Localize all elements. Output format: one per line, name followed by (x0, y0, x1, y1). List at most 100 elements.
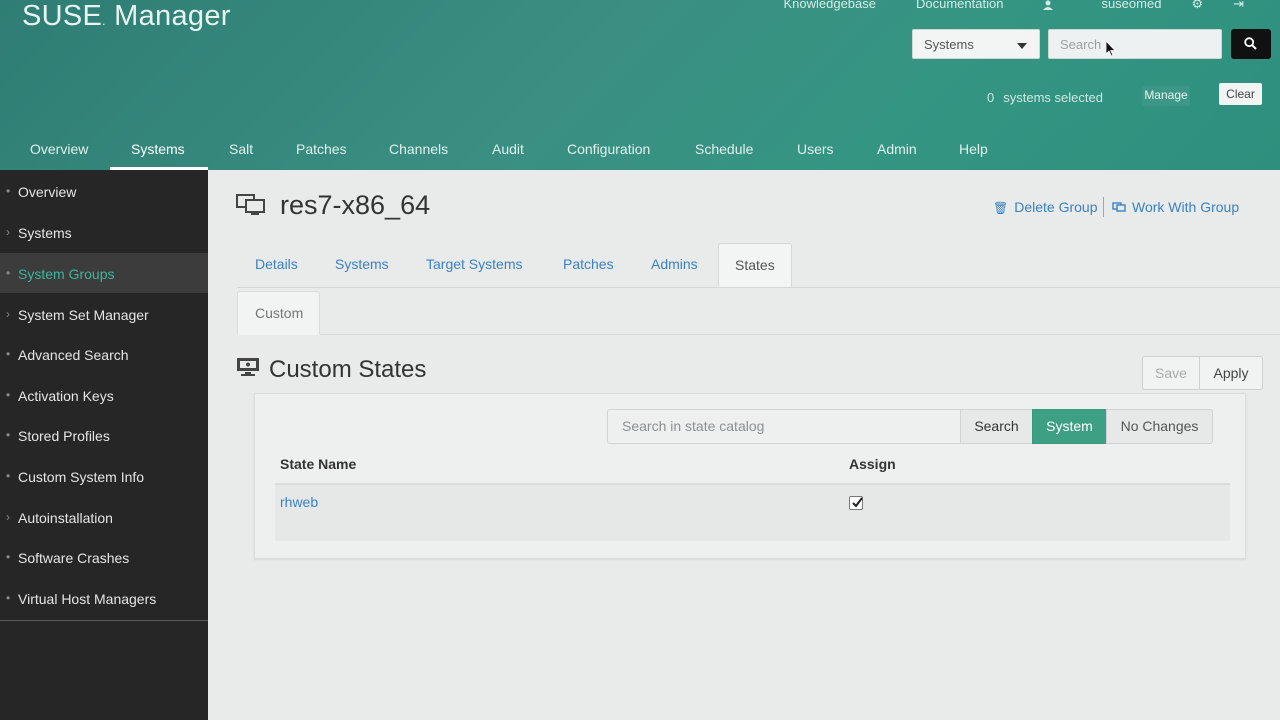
system-filter-button[interactable]: System (1032, 409, 1107, 444)
tab-patches[interactable]: Patches (563, 256, 614, 272)
sidebar-item-label: Software Crashes (18, 550, 130, 566)
bullet-icon: • (6, 469, 11, 483)
bullet-icon: • (6, 550, 11, 564)
nav-audit[interactable]: Audit (492, 141, 524, 157)
nav-schedule[interactable]: Schedule (695, 141, 753, 157)
delete-group-link[interactable]: 🗑 Delete Group (993, 199, 1098, 215)
nav-help[interactable]: Help (959, 141, 988, 157)
search-icon (1244, 37, 1257, 50)
sidebar-item-autoinstallation[interactable]: › Autoinstallation (0, 497, 208, 537)
trash-icon: 🗑 (993, 201, 1009, 215)
save-apply-group: Save Apply (1142, 356, 1263, 390)
main-content: res7-x86_64 🗑 Delete Group Work With Grou… (208, 170, 1280, 720)
search-placeholder: Search (1060, 37, 1102, 52)
bullet-icon: • (6, 184, 11, 198)
bullet-icon: • (6, 591, 11, 605)
tab-states[interactable]: States (718, 243, 792, 287)
search-button[interactable] (1231, 29, 1271, 59)
nav-channels[interactable]: Channels (389, 141, 448, 157)
tab-details[interactable]: Details (255, 256, 298, 272)
search-scope-value: Systems (924, 37, 974, 52)
column-header-assign: Assign (849, 456, 896, 472)
brand-mark: . (102, 14, 106, 28)
work-with-group-link[interactable]: Work With Group (1112, 199, 1239, 215)
sidebar-item-label: System Groups (18, 266, 115, 282)
save-button[interactable]: Save (1142, 356, 1200, 390)
bullet-icon: • (6, 347, 11, 361)
user-link[interactable]: suseomed (1043, 0, 1161, 12)
subtab-custom[interactable]: Custom (237, 291, 320, 335)
sidebar-item-label: Autoinstallation (18, 510, 113, 526)
clear-button[interactable]: Clear (1219, 83, 1262, 105)
selected-label: systems selected (1003, 90, 1103, 105)
selected-count: 0 (987, 90, 995, 105)
search-scope-select[interactable]: Systems (912, 29, 1040, 59)
work-group-icon (1112, 202, 1126, 212)
sidebar-item-stored-profiles[interactable]: • Stored Profiles (0, 415, 208, 455)
delete-group-label: Delete Group (1014, 199, 1098, 215)
sidebar-item-software-crashes[interactable]: • Software Crashes (0, 537, 208, 577)
link-separator (1103, 197, 1104, 217)
search-input[interactable]: Search (1048, 29, 1222, 59)
nav-users[interactable]: Users (797, 141, 834, 157)
sidebar-item-advanced-search[interactable]: • Advanced Search (0, 334, 208, 374)
nav-patches[interactable]: Patches (296, 141, 347, 157)
work-with-group-label: Work With Group (1132, 199, 1240, 215)
apply-button[interactable]: Apply (1200, 356, 1263, 390)
system-group-icon (236, 194, 265, 215)
sidebar-item-overview[interactable]: • Overview (0, 171, 208, 211)
chevron-right-icon: › (6, 225, 10, 239)
bullet-icon: • (6, 428, 11, 442)
sidebar-item-label: Custom System Info (18, 469, 145, 485)
assign-checkbox[interactable] (849, 496, 863, 510)
sidebar-item-activation-keys[interactable]: • Activation Keys (0, 375, 208, 415)
nav-systems[interactable]: Systems (131, 141, 185, 157)
state-name-link[interactable]: rhweb (280, 494, 318, 510)
logout-icon[interactable]: ⇥ (1233, 0, 1244, 12)
tab-target-systems[interactable]: Target Systems (426, 256, 522, 272)
nav-overview[interactable]: Overview (30, 141, 88, 157)
gear-icon[interactable]: ⚙ (1191, 0, 1203, 12)
top-links: Knowledgebase Documentation suseomed ⚙ ⇥ (743, 0, 1244, 12)
knowledgebase-link[interactable]: Knowledgebase (783, 0, 876, 12)
manage-button[interactable]: Manage (1142, 86, 1190, 106)
sidebar-item-system-set-manager[interactable]: › System Set Manager (0, 294, 208, 334)
nav-configuration[interactable]: Configuration (567, 141, 650, 157)
custom-states-icon (237, 358, 259, 376)
checkmark-icon (852, 497, 863, 508)
sidebar-item-systems[interactable]: › Systems (0, 212, 208, 252)
bullet-icon: • (6, 388, 11, 402)
systems-selected: 0 systems selected (987, 90, 1103, 105)
state-catalog-search-input[interactable]: Search in state catalog (607, 409, 961, 444)
no-changes-button[interactable]: No Changes (1106, 409, 1213, 444)
sidebar-item-label: Activation Keys (18, 388, 114, 404)
brand-product: Manager (114, 0, 231, 32)
sidebar-item-custom-system-info[interactable]: • Custom System Info (0, 456, 208, 496)
brand-logo[interactable]: SUSE. Manager (22, 0, 231, 33)
sidebar-item-system-groups[interactable]: • System Groups (0, 253, 208, 293)
state-catalog-placeholder: Search in state catalog (622, 418, 765, 434)
state-search-button[interactable]: Search (960, 409, 1033, 444)
tab-systems[interactable]: Systems (335, 256, 389, 272)
caret-down-icon (1017, 43, 1027, 49)
section-title: Custom States (269, 356, 427, 383)
bullet-icon: • (6, 266, 11, 280)
tab-bar: Details Systems Target Systems Patches A… (237, 243, 1280, 288)
main-nav: Overview Systems Salt Patches Channels A… (0, 130, 1280, 170)
sidebar-item-label: Overview (18, 184, 77, 200)
tab-admins[interactable]: Admins (651, 256, 698, 272)
header: SUSE. Manager Knowledgebase Documentatio… (0, 0, 1280, 170)
sidebar: • Overview › Systems • System Groups › Syste… (0, 170, 208, 720)
user-icon (1043, 0, 1054, 10)
sidebar-item-label: System Set Manager (18, 307, 149, 323)
chevron-right-icon: › (6, 510, 10, 524)
nav-salt[interactable]: Salt (229, 141, 253, 157)
mouse-cursor-icon (1106, 41, 1116, 57)
column-header-state-name: State Name (280, 456, 357, 472)
documentation-link[interactable]: Documentation (916, 0, 1003, 12)
nav-admin[interactable]: Admin (877, 141, 917, 157)
sidebar-item-label: Virtual Host Managers (18, 591, 157, 607)
chevron-right-icon: › (6, 307, 10, 321)
sidebar-item-virtual-host-managers[interactable]: • Virtual Host Managers (0, 578, 208, 618)
states-panel: Search in state catalog Search System No… (254, 393, 1246, 559)
